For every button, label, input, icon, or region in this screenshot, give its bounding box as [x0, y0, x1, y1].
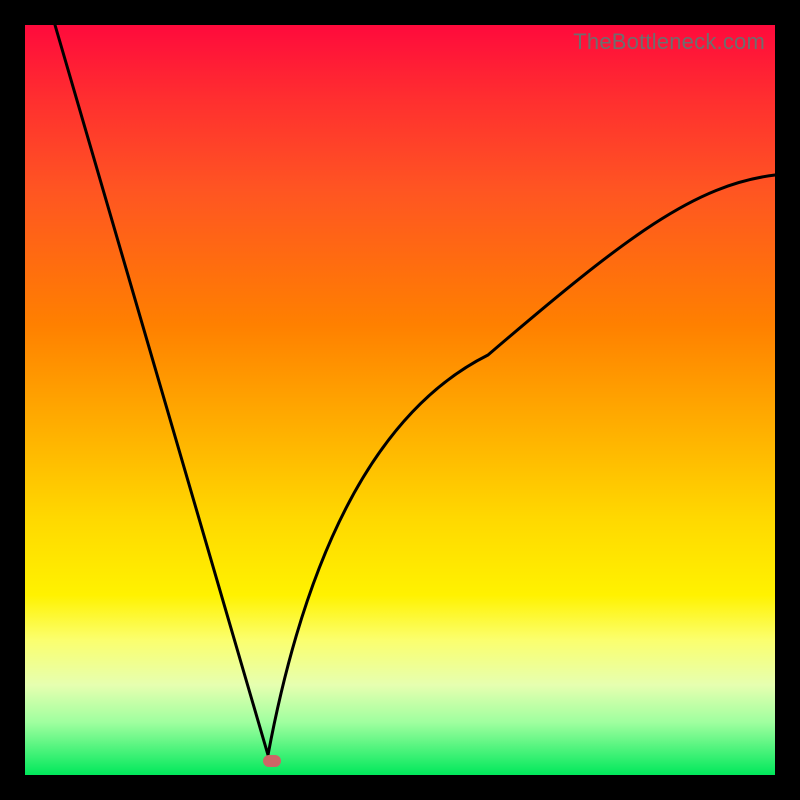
- curve-path: [55, 25, 775, 755]
- optimal-marker: [263, 755, 281, 767]
- chart-frame: TheBottleneck.com: [0, 0, 800, 800]
- plot-area: TheBottleneck.com: [25, 25, 775, 775]
- bottleneck-curve: [25, 25, 775, 775]
